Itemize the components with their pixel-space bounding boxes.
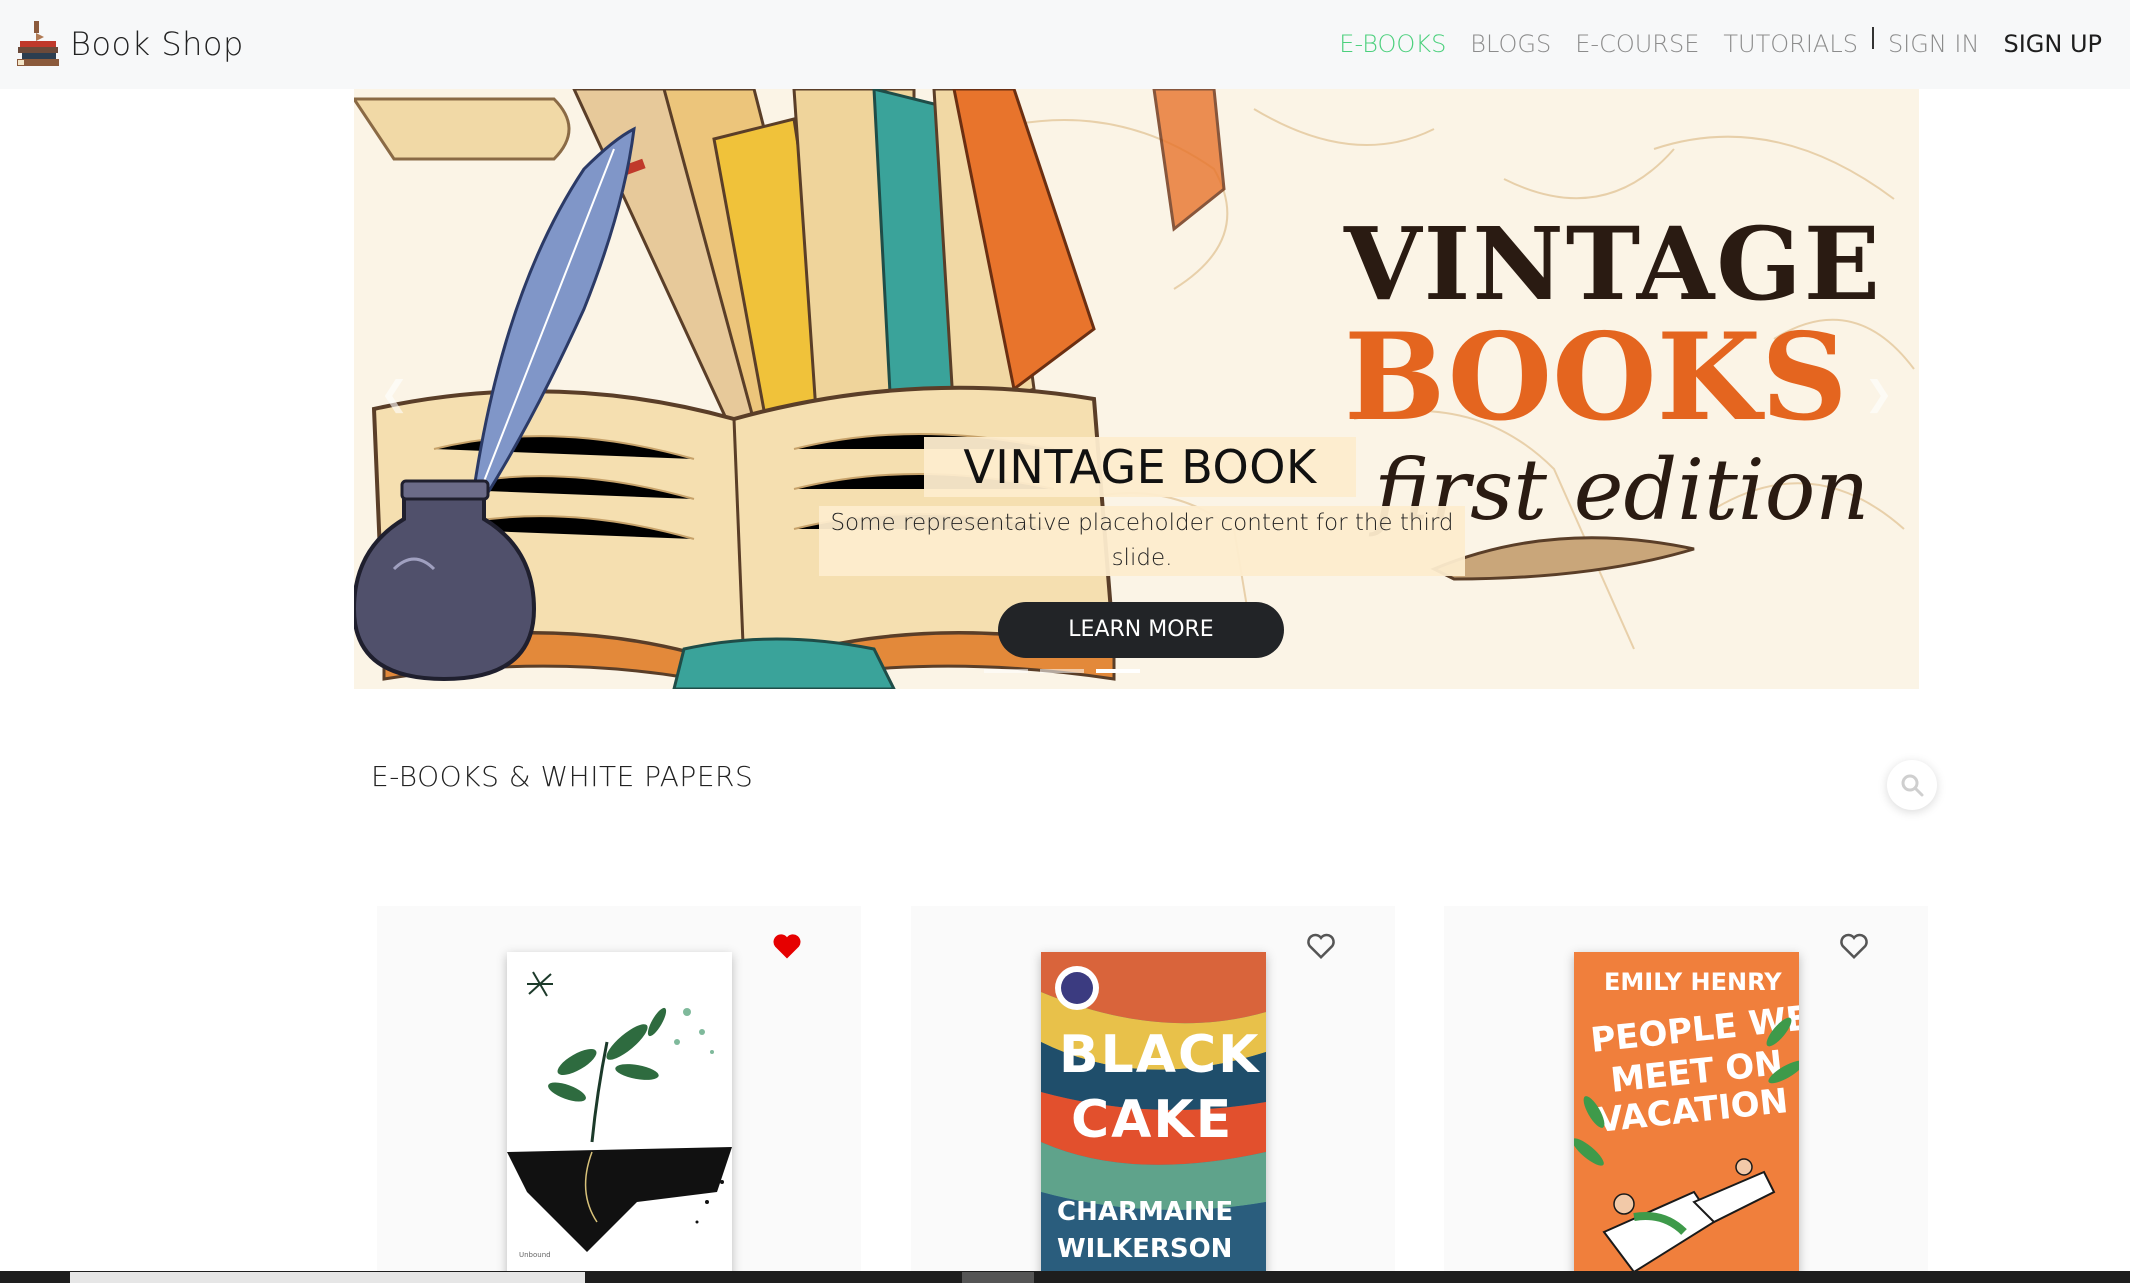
carousel-indicators xyxy=(984,669,1152,673)
book-cover[interactable]: BLACK CAKE CHARMAINE WILKERSON xyxy=(1041,952,1266,1283)
book-card[interactable]: EMILY HENRY PEOPLE WE MEET ON VACATION xyxy=(1444,906,1928,1283)
chevron-right-icon: ❯ xyxy=(1864,374,1894,414)
book-cover-art: BLACK CAKE CHARMAINE WILKERSON xyxy=(1041,952,1266,1283)
art-title-books: BOOKS xyxy=(1344,307,1848,448)
svg-text:WILKERSON: WILKERSON xyxy=(1057,1234,1232,1264)
horizontal-scrollbar-thumb[interactable] xyxy=(70,1272,585,1283)
nav-blogs[interactable]: BLOGS xyxy=(1470,30,1551,58)
book-cover-art: EMILY HENRY PEOPLE WE MEET ON VACATION xyxy=(1574,952,1799,1283)
book-cover-art: Unbound xyxy=(507,952,732,1283)
carousel-indicator-1[interactable] xyxy=(984,669,1028,673)
brand-name: Book Shop xyxy=(70,25,244,63)
heart-outline-icon[interactable] xyxy=(1306,932,1336,960)
nav-links: E-BOOKS BLOGS E-COURSE TUTORIALS SIGN IN… xyxy=(1315,24,2102,64)
section-title: E-BOOKS & WHITE PAPERS xyxy=(371,760,754,793)
nav-sign-in[interactable]: SIGN IN xyxy=(1888,30,1980,58)
svg-text:CHARMAINE: CHARMAINE xyxy=(1057,1197,1233,1227)
book-cover[interactable]: EMILY HENRY PEOPLE WE MEET ON VACATION xyxy=(1574,952,1799,1283)
nav-ecourse[interactable]: E-COURSE xyxy=(1575,30,1699,58)
top-navbar: Book Shop E-BOOKS BLOGS E-COURSE TUTORIA… xyxy=(0,0,2130,89)
svg-text:EMILY HENRY: EMILY HENRY xyxy=(1604,968,1782,996)
nav-ebooks[interactable]: E-BOOKS xyxy=(1339,30,1446,58)
nav-tutorials[interactable]: TUTORIALS xyxy=(1723,30,1858,58)
book-cover[interactable]: Unbound xyxy=(507,952,732,1283)
search-button[interactable] xyxy=(1887,760,1937,810)
hero-carousel: VINTAGE BOOKS first edition ❮ ❯ VINTAGE … xyxy=(354,89,1919,689)
nav-divider xyxy=(1871,27,1874,49)
learn-more-button[interactable]: LEARN MORE xyxy=(998,602,1284,658)
art-title-vintage: VINTAGE xyxy=(1343,205,1882,323)
book-stack-logo-icon xyxy=(17,21,59,66)
nav-sign-up[interactable]: SIGN UP xyxy=(2003,30,2102,58)
vintage-books-illustration: VINTAGE BOOKS first edition xyxy=(354,89,1919,689)
svg-text:BLACK: BLACK xyxy=(1059,1025,1260,1085)
book-cover-title: Unbound xyxy=(519,1251,551,1259)
heart-outline-icon[interactable] xyxy=(1839,932,1869,960)
book-card[interactable]: BLACK CAKE CHARMAINE WILKERSON xyxy=(911,906,1395,1283)
carousel-indicator-3[interactable] xyxy=(1096,669,1140,673)
taskbar-item[interactable] xyxy=(962,1272,1034,1283)
carousel-next-button[interactable]: ❯ xyxy=(1839,89,1919,689)
book-card[interactable]: Unbound xyxy=(377,906,861,1283)
carousel-prev-button[interactable]: ❮ xyxy=(354,89,434,689)
chevron-left-icon: ❮ xyxy=(380,374,409,414)
search-icon xyxy=(1901,774,1924,797)
slide-description: Some representative placeholder content … xyxy=(819,506,1465,576)
carousel-indicator-2[interactable] xyxy=(1040,669,1084,673)
svg-text:CAKE: CAKE xyxy=(1071,1090,1233,1150)
brand[interactable]: Book Shop xyxy=(14,18,244,70)
slide-title: VINTAGE BOOK xyxy=(924,437,1356,497)
heart-filled-icon[interactable] xyxy=(772,932,802,960)
